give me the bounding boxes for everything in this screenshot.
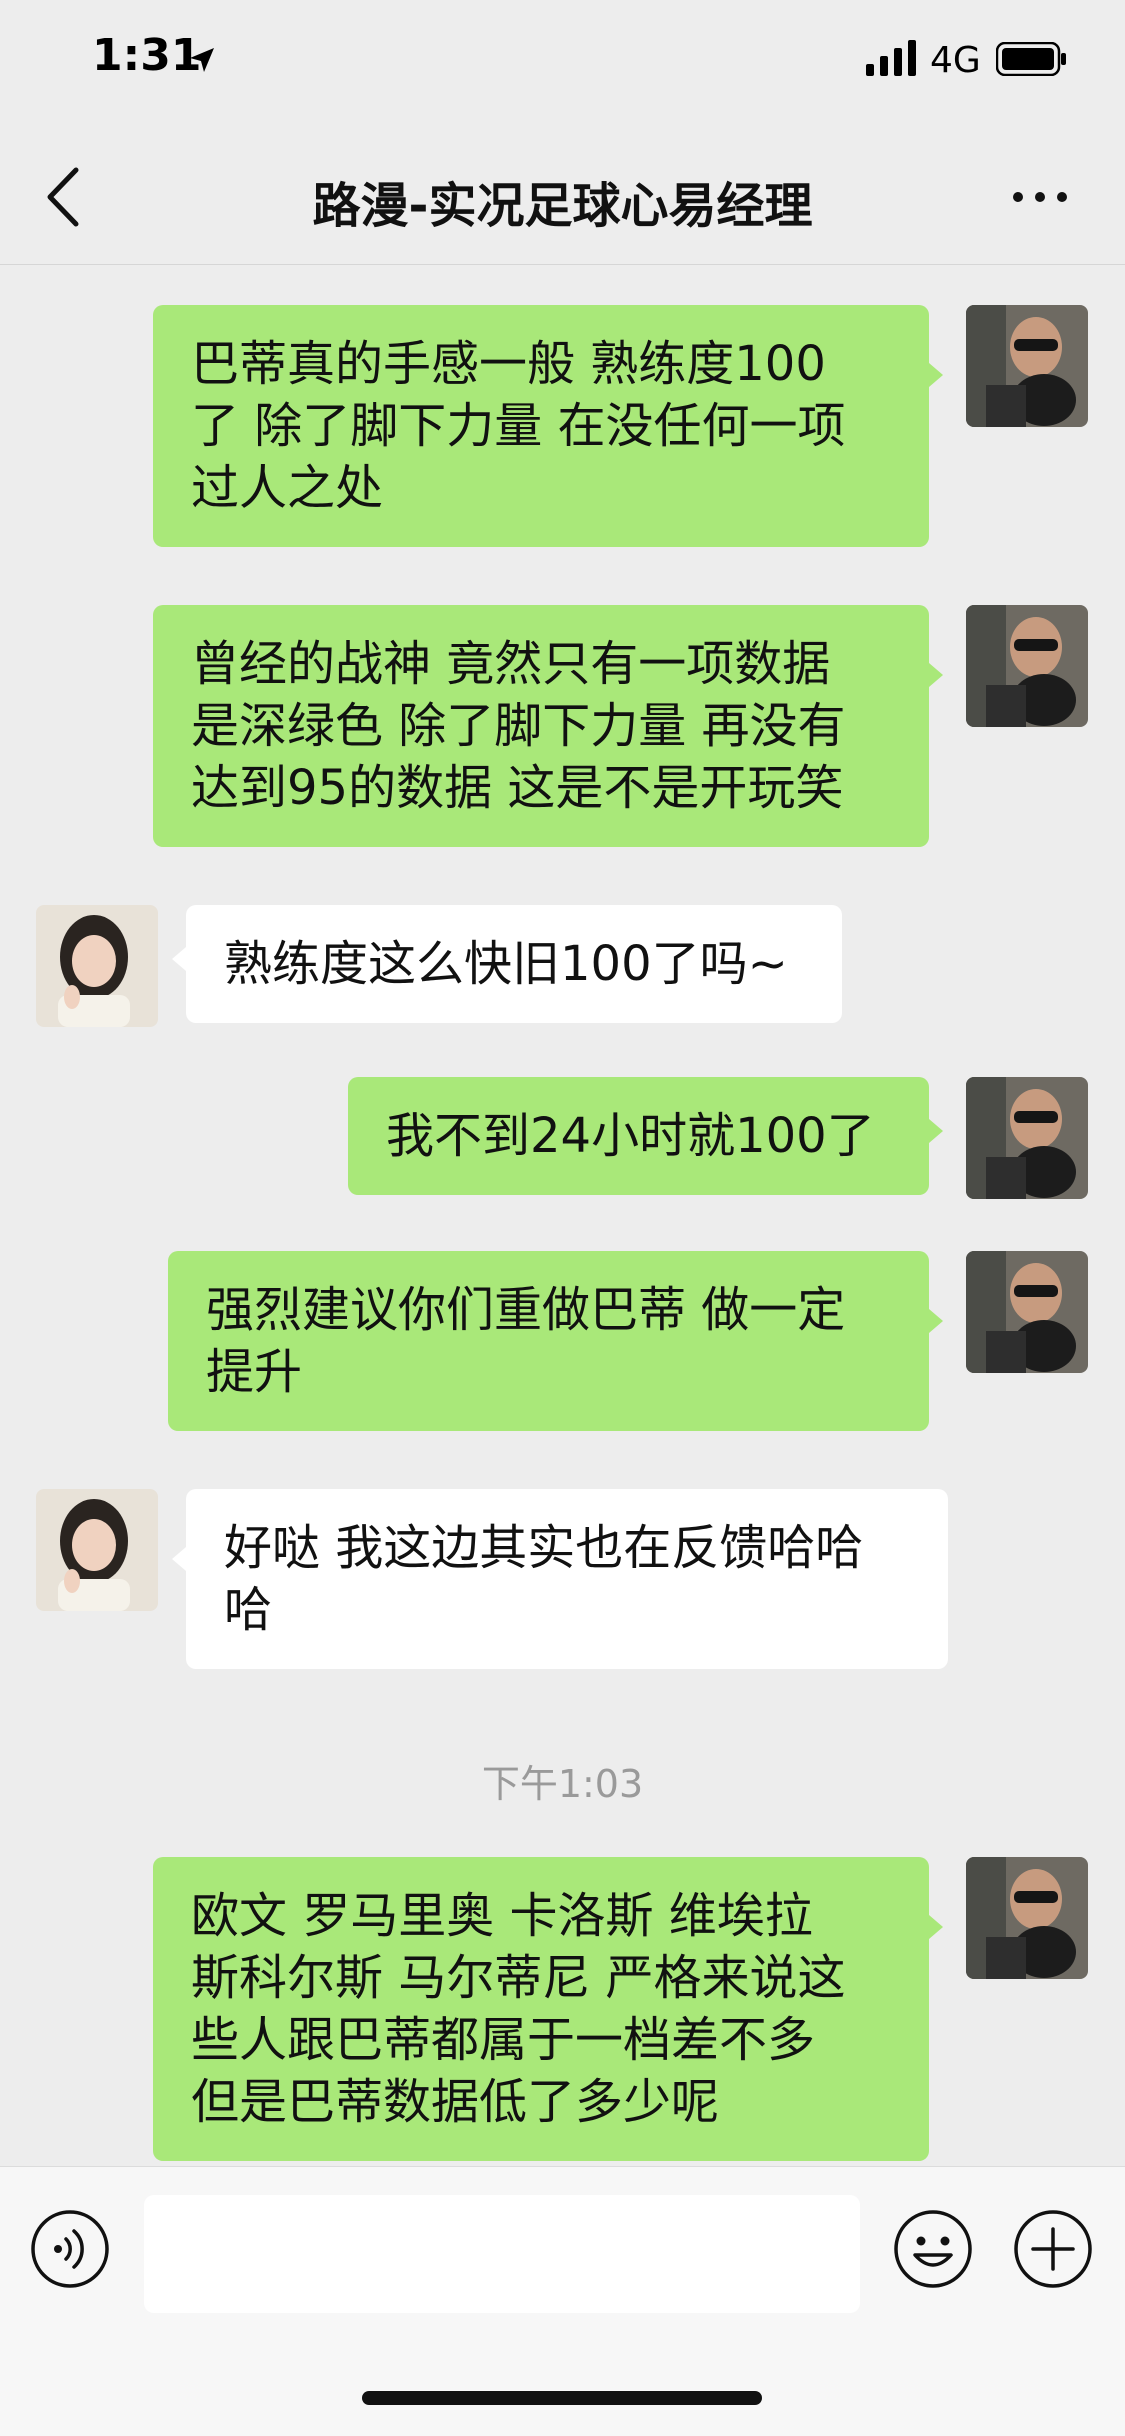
- my-avatar[interactable]: [966, 605, 1088, 727]
- voice-icon[interactable]: [30, 2209, 110, 2289]
- my-avatar[interactable]: [966, 1077, 1088, 1199]
- location-arrow-icon: [190, 48, 214, 72]
- bubble-tail: [929, 1309, 943, 1333]
- message-bubble[interactable]: 熟练度这么快旧100了吗~: [186, 905, 842, 1023]
- battery-icon: [996, 42, 1066, 76]
- bubble-tail: [929, 1915, 943, 1939]
- signal-icon: [866, 40, 916, 76]
- message-line: 欧文 罗马里奥 卡洛斯 维埃拉: [191, 1888, 813, 1944]
- home-indicator[interactable]: [362, 2391, 762, 2405]
- message-line: 好哒 我这边其实也在反馈哈哈: [224, 1520, 864, 1576]
- message-incoming: 熟练度这么快旧100了吗~: [0, 865, 1125, 1037]
- chat-screen: 1:31 4G 路漫-实况足球心易经理 巴蒂真的手感一般 熟练度100 了 除了…: [0, 0, 1125, 2436]
- status-bar: 1:31 4G: [0, 0, 1125, 130]
- message-outgoing: 欧文 罗马里奥 卡洛斯 维埃拉 斯科尔斯 马尔蒂尼 严格来说这 些人跟巴蒂都属于…: [0, 1857, 1125, 2177]
- bubble-tail: [929, 663, 943, 687]
- status-time: 1:31: [92, 30, 202, 81]
- plus-icon[interactable]: [1013, 2209, 1093, 2289]
- message-incoming: 好哒 我这边其实也在反馈哈哈 哈: [0, 1449, 1125, 1687]
- message-list[interactable]: 巴蒂真的手感一般 熟练度100 了 除了脚下力量 在没任何一项 过人之处 曾经的…: [0, 265, 1125, 2165]
- message-outgoing: 巴蒂真的手感一般 熟练度100 了 除了脚下力量 在没任何一项 过人之处: [0, 265, 1125, 565]
- nav-bar: 路漫-实况足球心易经理: [0, 130, 1125, 264]
- message-line: 哈: [224, 1582, 273, 1638]
- message-line: 曾经的战神 竟然只有一项数据: [191, 636, 831, 692]
- message-bubble[interactable]: 欧文 罗马里奥 卡洛斯 维埃拉 斯科尔斯 马尔蒂尼 严格来说这 些人跟巴蒂都属于…: [153, 1857, 929, 2161]
- message-line: 强烈建议你们重做巴蒂 做一定: [206, 1282, 846, 1338]
- my-avatar[interactable]: [966, 305, 1088, 427]
- contact-avatar[interactable]: [36, 905, 158, 1027]
- bubble-tail: [929, 1119, 943, 1143]
- message-line: 达到95的数据 这是不是开玩笑: [191, 760, 844, 816]
- message-bubble[interactable]: 强烈建议你们重做巴蒂 做一定 提升: [168, 1251, 929, 1431]
- message-line: 但是巴蒂数据低了多少呢: [191, 2074, 720, 2130]
- message-bubble[interactable]: 巴蒂真的手感一般 熟练度100 了 除了脚下力量 在没任何一项 过人之处: [153, 305, 929, 547]
- contact-avatar[interactable]: [36, 1489, 158, 1611]
- message-line: 斯科尔斯 马尔蒂尼 严格来说这: [191, 1950, 846, 2006]
- back-chevron-icon[interactable]: [40, 160, 90, 234]
- message-line: 是深绿色 除了脚下力量 再没有: [191, 698, 846, 754]
- message-line: 我不到24小时就100了: [386, 1108, 875, 1164]
- timestamp: 下午1:03: [481, 1762, 644, 1806]
- message-line: 了 除了脚下力量 在没任何一项: [191, 398, 846, 454]
- message-bubble[interactable]: 曾经的战神 竟然只有一项数据 是深绿色 除了脚下力量 再没有 达到95的数据 这…: [153, 605, 929, 847]
- network-label: 4G: [930, 40, 981, 81]
- message-line: 提升: [206, 1344, 303, 1400]
- message-input[interactable]: [144, 2195, 860, 2313]
- message-line: 巴蒂真的手感一般 熟练度100: [191, 336, 826, 392]
- bubble-tail: [172, 1547, 186, 1571]
- message-outgoing: 曾经的战神 竟然只有一项数据 是深绿色 除了脚下力量 再没有 达到95的数据 这…: [0, 565, 1125, 865]
- message-line: 熟练度这么快旧100了吗~: [224, 936, 788, 992]
- message-bubble[interactable]: 我不到24小时就100了: [348, 1077, 929, 1195]
- message-outgoing: 我不到24小时就100了: [0, 1037, 1125, 1211]
- message-line: 过人之处: [191, 460, 384, 516]
- message-bubble[interactable]: 好哒 我这边其实也在反馈哈哈 哈: [186, 1489, 948, 1669]
- bubble-tail: [172, 947, 186, 971]
- message-outgoing: 强烈建议你们重做巴蒂 做一定 提升: [0, 1211, 1125, 1449]
- more-dots-icon[interactable]: [1010, 182, 1070, 212]
- message-line: 些人跟巴蒂都属于一档差不多: [191, 2012, 816, 2068]
- my-avatar[interactable]: [966, 1857, 1088, 1979]
- bubble-tail: [929, 363, 943, 387]
- emoji-icon[interactable]: [893, 2209, 973, 2289]
- my-avatar[interactable]: [966, 1251, 1088, 1373]
- chat-title: 路漫-实况足球心易经理: [312, 178, 813, 234]
